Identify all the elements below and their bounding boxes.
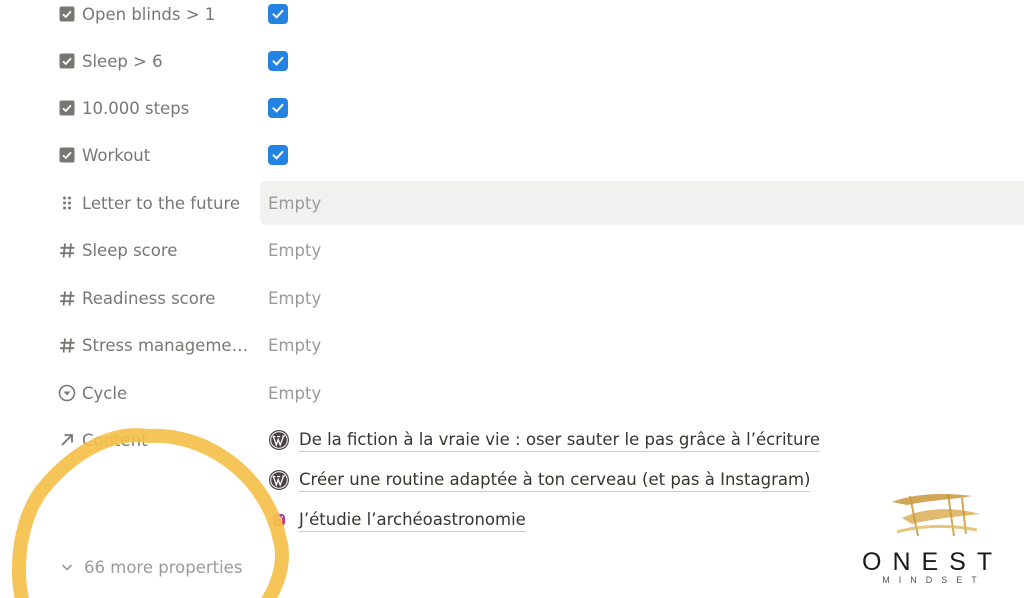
property-label-text: Letter to the future <box>82 193 241 213</box>
hash-icon <box>58 241 76 259</box>
property-label[interactable]: Stress managemen... <box>58 323 253 367</box>
property-label-text: 10.000 steps <box>82 98 190 118</box>
property-label-text: Cycle <box>82 383 128 403</box>
property-row-sleep: Sleep > 6 <box>0 39 1024 83</box>
property-label-text: Open blinds > 1 <box>82 4 216 24</box>
checkbox-icon <box>58 146 76 164</box>
property-label[interactable]: Content <box>58 418 253 462</box>
relation-item[interactable]: Créer une routine adaptée à ton cerveau … <box>268 465 811 495</box>
property-value-empty[interactable]: Empty <box>260 228 1024 272</box>
brand-logo-word: ONEST <box>862 548 1004 576</box>
property-value[interactable] <box>260 0 1024 36</box>
property-label[interactable]: Cycle <box>58 371 253 415</box>
relation-item[interactable]: J’étudie l’archéoastronomie <box>268 505 526 535</box>
property-label[interactable]: 10.000 steps <box>58 86 253 130</box>
property-label-text: Readiness score <box>82 288 216 308</box>
property-label[interactable]: Open blinds > 1 <box>58 0 253 36</box>
relation-item[interactable]: De la fiction à la vraie vie : oser saut… <box>268 425 821 455</box>
property-label[interactable]: Workout <box>58 133 253 177</box>
property-row-letter: Letter to the future Empty <box>0 181 1024 225</box>
checked-checkbox[interactable] <box>268 4 288 24</box>
property-label-text: Sleep score <box>82 240 178 260</box>
property-value-empty[interactable]: Empty <box>260 371 1024 415</box>
relation-item-title: Créer une routine adaptée à ton cerveau … <box>299 469 811 492</box>
property-label-text: Sleep > 6 <box>82 51 163 71</box>
property-label[interactable]: Sleep > 6 <box>58 39 253 83</box>
property-label[interactable]: Readiness score <box>58 276 253 320</box>
property-row-steps: 10.000 steps <box>0 86 1024 130</box>
wordpress-icon <box>268 469 290 491</box>
check-icon <box>272 9 284 19</box>
brand-logo-mark <box>892 493 980 537</box>
page-properties-panel: Open blinds > 1 Sleep > 6 10.000 steps W… <box>0 0 1024 598</box>
property-label-text: Content <box>82 430 148 450</box>
checkbox-icon <box>58 5 76 23</box>
status-icon <box>58 384 76 402</box>
property-label-text: Stress managemen... <box>82 335 253 355</box>
property-row-stress-management: Stress managemen... Empty <box>0 323 1024 367</box>
check-icon <box>272 103 284 113</box>
hash-icon <box>58 289 76 307</box>
more-properties-label: 66 more properties <box>84 557 243 577</box>
drag-handle-icon[interactable] <box>58 194 76 212</box>
property-label[interactable]: Letter to the future <box>58 181 253 225</box>
checked-checkbox[interactable] <box>268 51 288 71</box>
relation-item-title: J’étudie l’archéoastronomie <box>299 509 526 532</box>
check-icon <box>272 150 284 160</box>
relation-arrow-icon <box>58 431 76 449</box>
checked-checkbox[interactable] <box>268 145 288 165</box>
hash-icon <box>58 336 76 354</box>
brand-logo: ONEST MINDSET <box>862 488 1012 588</box>
property-label[interactable]: Sleep score <box>58 228 253 272</box>
wordpress-icon <box>268 429 290 451</box>
checkbox-icon <box>58 52 76 70</box>
brand-logo-subword: MINDSET <box>882 575 986 585</box>
property-value-empty[interactable]: Empty <box>260 181 1024 225</box>
instagram-icon <box>268 509 290 531</box>
property-row-readiness-score: Readiness score Empty <box>0 276 1024 320</box>
property-row-sleep-score: Sleep score Empty <box>0 228 1024 272</box>
more-properties-toggle[interactable]: 66 more properties <box>58 552 242 582</box>
property-row-open-blinds: Open blinds > 1 <box>0 0 1024 36</box>
property-value[interactable] <box>260 133 1024 177</box>
property-row-workout: Workout <box>0 133 1024 177</box>
chevron-down-icon <box>58 558 76 576</box>
checked-checkbox[interactable] <box>268 98 288 118</box>
property-label-text: Workout <box>82 145 151 165</box>
relation-item-title: De la fiction à la vraie vie : oser saut… <box>299 429 821 452</box>
property-row-cycle: Cycle Empty <box>0 371 1024 415</box>
check-icon <box>272 56 284 66</box>
property-value-empty[interactable]: Empty <box>260 323 1024 367</box>
property-value[interactable] <box>260 86 1024 130</box>
property-value[interactable] <box>260 39 1024 83</box>
checkbox-icon <box>58 99 76 117</box>
property-value-empty[interactable]: Empty <box>260 276 1024 320</box>
